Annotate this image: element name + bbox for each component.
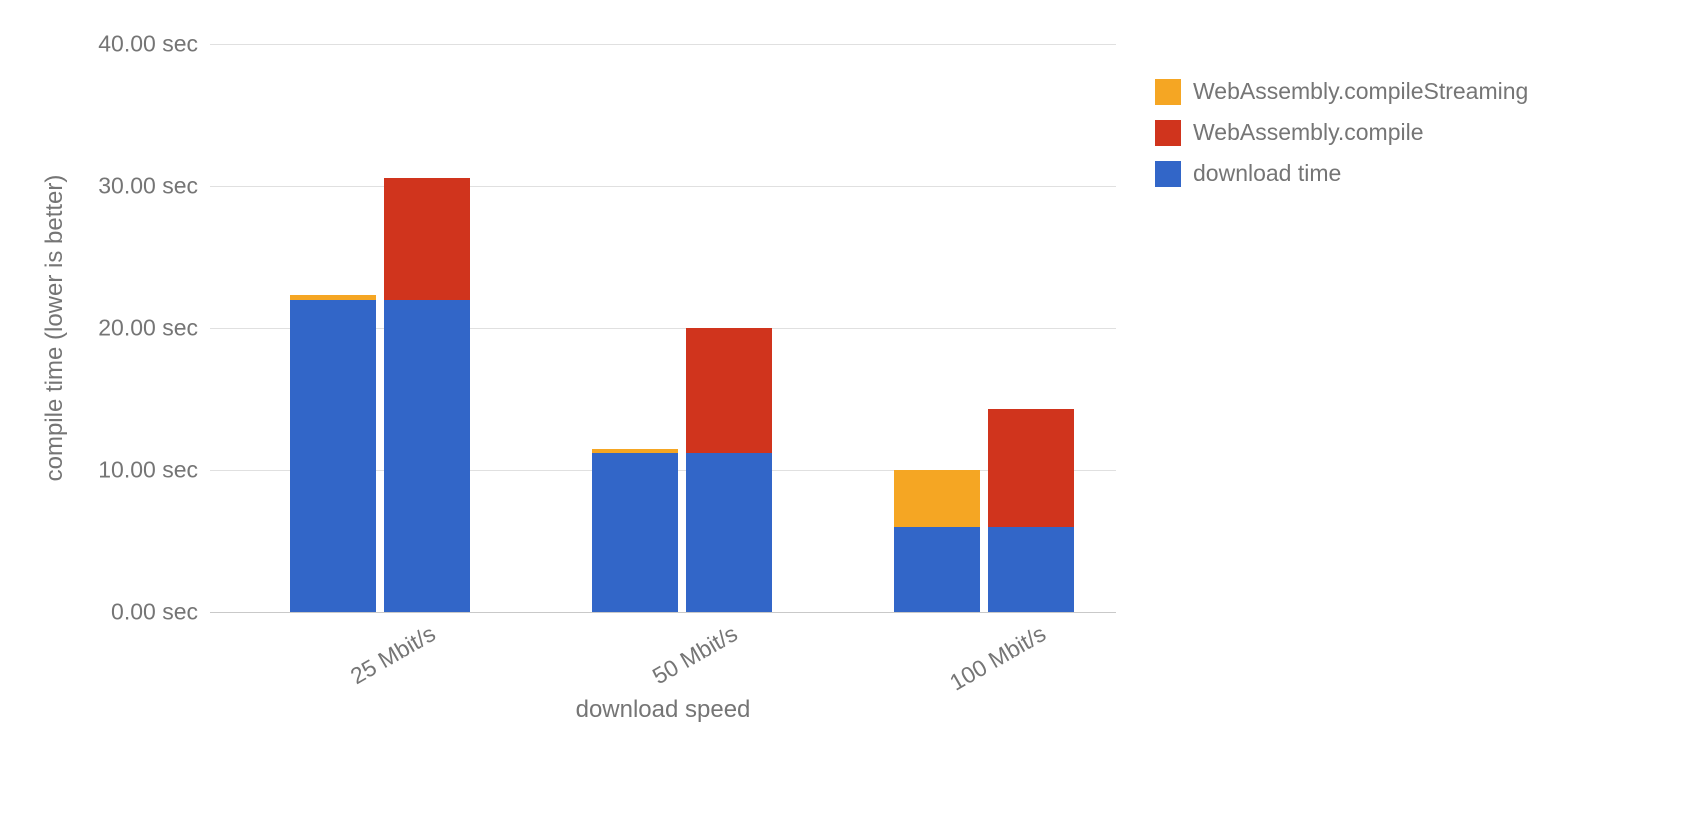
bar-segment bbox=[384, 178, 470, 300]
bar-group bbox=[290, 44, 470, 612]
legend-swatch bbox=[1155, 161, 1181, 187]
bar-segment bbox=[894, 470, 980, 527]
legend: WebAssembly.compileStreaming WebAssembly.… bbox=[1155, 78, 1528, 201]
y-tick-label: 20.00 sec bbox=[98, 315, 198, 342]
y-axis-label: compile time (lower is better) bbox=[41, 175, 69, 482]
stacked-bar-nonstreaming bbox=[988, 409, 1074, 612]
bar-segment bbox=[592, 453, 678, 612]
legend-label: WebAssembly.compile bbox=[1193, 119, 1424, 146]
bar-segment bbox=[384, 300, 470, 612]
legend-label: download time bbox=[1193, 160, 1341, 187]
legend-label: WebAssembly.compileStreaming bbox=[1193, 78, 1528, 105]
legend-swatch bbox=[1155, 79, 1181, 105]
bar-segment bbox=[592, 449, 678, 453]
bar-segment bbox=[290, 300, 376, 612]
y-tick-label: 40.00 sec bbox=[98, 31, 198, 58]
y-tick-label: 0.00 sec bbox=[111, 599, 198, 626]
stacked-bar-streaming bbox=[894, 470, 980, 612]
x-tick-label: 25 Mbit/s bbox=[346, 620, 440, 690]
stacked-bar-streaming bbox=[290, 295, 376, 612]
y-tick-label: 30.00 sec bbox=[98, 173, 198, 200]
stacked-bar-nonstreaming bbox=[384, 177, 470, 612]
bar-segment bbox=[686, 328, 772, 453]
bar-group bbox=[592, 44, 772, 612]
bar-segment bbox=[988, 527, 1074, 612]
legend-item: WebAssembly.compile bbox=[1155, 119, 1528, 146]
bar-segment bbox=[894, 527, 980, 612]
legend-item: download time bbox=[1155, 160, 1528, 187]
x-axis-label: download speed bbox=[576, 696, 751, 724]
plot-area: compile time (lower is better) download … bbox=[210, 44, 1116, 613]
legend-swatch bbox=[1155, 120, 1181, 146]
bar-segment bbox=[686, 453, 772, 612]
stacked-bar-nonstreaming bbox=[686, 328, 772, 612]
x-tick-label: 100 Mbit/s bbox=[945, 620, 1050, 696]
chart-container: compile time (lower is better) download … bbox=[0, 0, 1688, 816]
bar-segment bbox=[290, 295, 376, 299]
y-tick-label: 10.00 sec bbox=[98, 457, 198, 484]
legend-item: WebAssembly.compileStreaming bbox=[1155, 78, 1528, 105]
bar-segment bbox=[988, 409, 1074, 527]
stacked-bar-streaming bbox=[592, 449, 678, 612]
bar-group bbox=[894, 44, 1074, 612]
x-tick-label: 50 Mbit/s bbox=[648, 620, 742, 690]
